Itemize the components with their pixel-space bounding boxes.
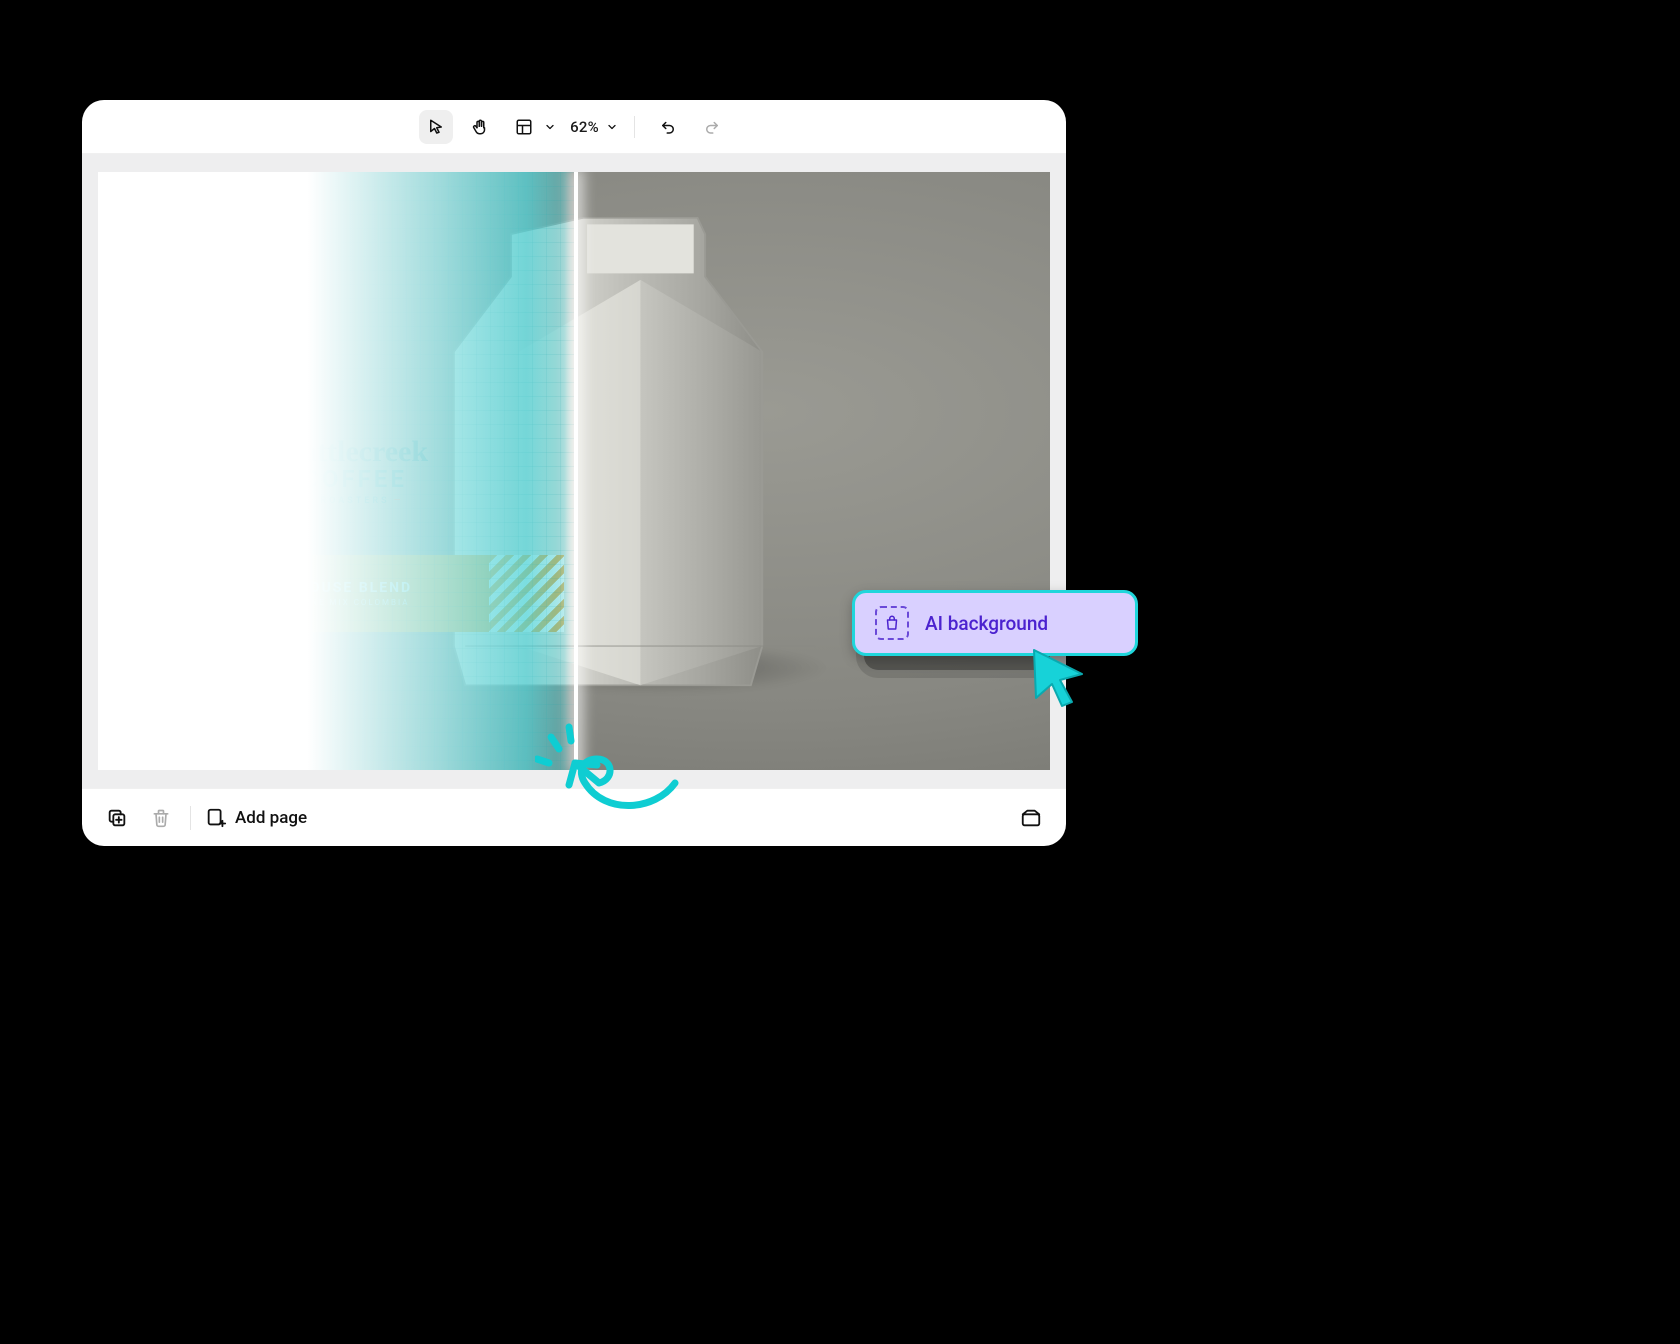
duplicate-icon	[106, 807, 128, 829]
ai-background-label: AI background	[925, 612, 1048, 635]
hand-icon	[471, 118, 489, 136]
add-page-icon	[205, 807, 227, 829]
chevron-down-icon	[606, 121, 618, 133]
shopping-bag-icon	[883, 614, 901, 632]
brand-script: Battlecreek	[174, 435, 536, 469]
zoom-dropdown[interactable]: 62%	[566, 118, 618, 136]
add-page-label: Add page	[235, 808, 307, 828]
delete-page-button	[146, 803, 176, 833]
redo-icon	[703, 118, 721, 136]
stripes-left	[146, 555, 221, 633]
bottombar-divider	[190, 806, 191, 830]
ai-background-layer: AI background	[852, 590, 1172, 750]
trash-icon	[151, 808, 171, 828]
brand-main: COFFEE	[174, 465, 536, 493]
blend-mid: HOUSE BLEND FINE MIX COLOMBIA	[221, 555, 489, 633]
layout-tool[interactable]	[507, 110, 541, 144]
bag-label: Battlecreek COFFEE ROASTERS	[174, 435, 536, 506]
blend-name: HOUSE BLEND	[298, 580, 412, 596]
presentation-button[interactable]	[1016, 803, 1046, 833]
chevron-down-icon	[544, 121, 556, 133]
ai-background-button[interactable]: AI background	[852, 590, 1138, 656]
blend-sub: FINE MIX COLOMBIA	[301, 598, 410, 607]
hand-tool[interactable]	[463, 110, 497, 144]
layout-icon	[515, 118, 533, 136]
stripes-right	[489, 555, 564, 633]
undo-icon	[659, 118, 677, 136]
blend-band: HOUSE BLEND FINE MIX COLOMBIA	[146, 555, 565, 633]
bottom-bar: Add page	[82, 788, 1066, 846]
duplicate-page-button[interactable]	[102, 803, 132, 833]
top-toolbar: 62%	[82, 100, 1066, 154]
cursor-icon	[1028, 646, 1088, 708]
ai-background-icon-box	[875, 606, 909, 640]
brand-sub: ROASTERS	[174, 496, 536, 506]
undo-button[interactable]	[651, 110, 685, 144]
redo-button	[695, 110, 729, 144]
layout-dropdown[interactable]	[507, 110, 556, 144]
zoom-level: 62%	[566, 118, 603, 136]
presentation-icon	[1020, 807, 1042, 829]
toolbar-divider	[634, 116, 635, 138]
pointer-icon	[427, 118, 445, 136]
add-page-button[interactable]: Add page	[205, 807, 307, 829]
pointer-tool[interactable]	[419, 110, 453, 144]
